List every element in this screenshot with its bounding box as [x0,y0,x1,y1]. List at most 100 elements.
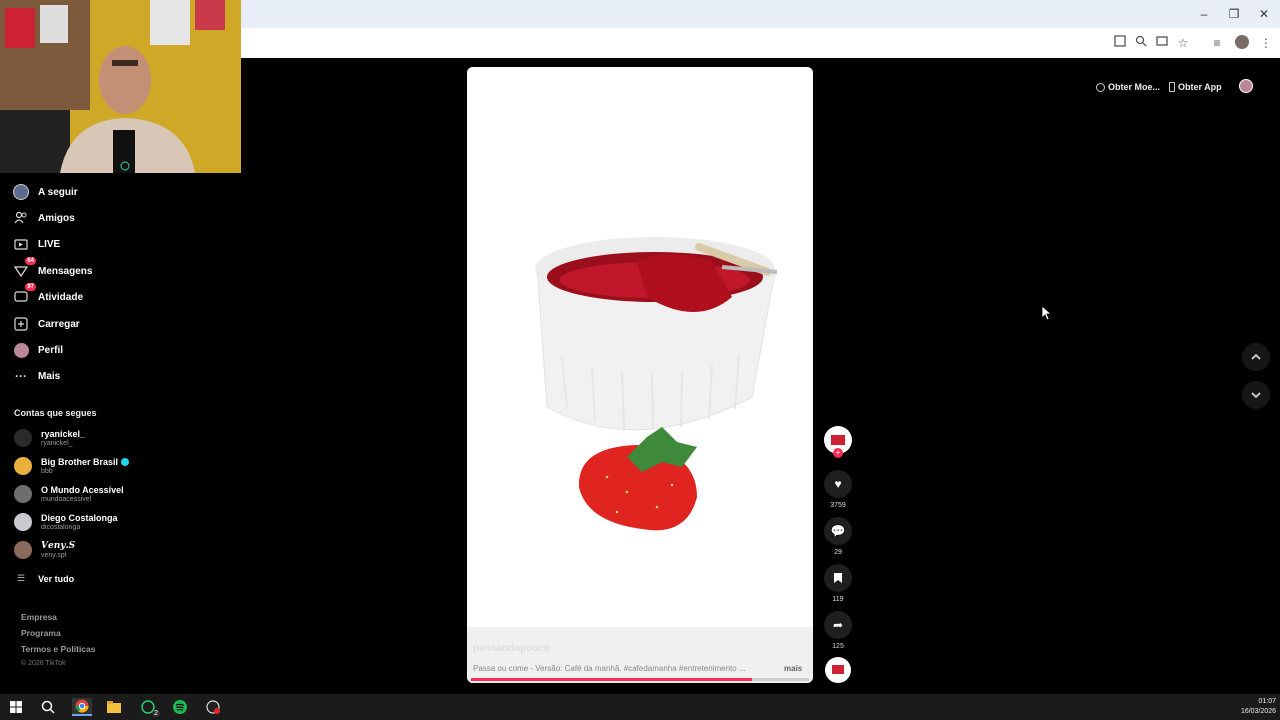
spotify-icon[interactable] [170,698,190,716]
nav-messages[interactable]: 64 Mensagens [12,257,93,282]
save-action[interactable]: 119 [823,564,853,603]
nav-following[interactable]: A seguir [12,181,78,203]
get-coins-label: Obter Moe... [1108,82,1161,92]
friends-icon [12,209,30,227]
account-item[interactable]: Diego Costalonga dicostalonga [14,509,118,535]
account-item[interactable]: 𝑽𝒆𝒏𝒚.𝑺 veny.spt [14,537,75,563]
nav-label: LIVE [38,238,61,250]
footer-program-link[interactable]: Programa [21,628,61,638]
verified-icon [120,458,129,467]
avatar [14,541,32,559]
video-player[interactable]: pensandopouco Passa ou come - Versão: Ca… [467,67,813,683]
music-disc-icon [825,657,851,683]
account-handle: dicostalonga [41,523,81,531]
account-name: 𝑽𝒆𝒏𝒚.𝑺 [41,540,76,551]
comment-icon[interactable]: 💬 [824,517,852,545]
nav-friends[interactable]: Amigos [12,207,75,229]
install-app-icon[interactable] [1154,35,1170,51]
list-icon: ☰ [17,573,26,583]
browser-menu-icon[interactable]: ⋮ [1258,35,1274,51]
file-explorer-icon[interactable] [104,698,124,716]
share-action[interactable]: ➦ 125 [823,611,853,650]
bookmark-icon[interactable] [824,564,852,592]
video-frame-image [467,67,813,683]
nav-live[interactable]: LIVE [12,233,60,255]
chevron-up-icon [1251,353,1261,360]
nav-upload[interactable]: Carregar [12,313,80,335]
save-count: 119 [832,596,844,603]
whatsapp-badge: 2 [152,710,160,717]
chrome-taskbar-icon[interactable] [72,698,92,716]
footer-terms-link[interactable]: Termos e Políticas [21,644,95,654]
search-icon[interactable] [38,698,58,716]
video-progress-fill [471,678,752,681]
follow-plus-icon[interactable]: + [833,448,843,458]
account-name: Big Brother Brasil [41,456,119,467]
webcam-overlay [0,0,241,173]
browser-profile-avatar[interactable] [1235,35,1249,49]
account-item[interactable]: O Mundo Acessível mundoacessivel [14,481,124,507]
nav-label: A seguir [38,186,78,198]
nav-activity[interactable]: 97 Atividade [12,283,84,308]
phone-icon [1169,82,1175,92]
translate-icon[interactable] [1112,35,1128,51]
avatar [14,429,32,447]
creator-avatar-button[interactable]: + [823,426,853,458]
caption-more-button[interactable]: mais [784,664,802,673]
get-app-button[interactable]: Obter App [1169,78,1222,96]
nav-label: Amigos [38,212,75,224]
share-icon[interactable]: ➦ [824,611,852,639]
account-handle: veny.spt [41,551,67,559]
upload-icon [12,315,30,333]
nav-label: Mais [38,370,61,382]
nav-profile[interactable]: Perfil [12,339,63,361]
account-item[interactable]: Big Brother Brasil bbb [14,453,129,479]
get-coins-button[interactable]: Obter Moe... [1096,78,1160,96]
account-item[interactable]: ryanickel_ ryanickel_ [14,425,85,451]
restore-button[interactable]: ❐ [1226,6,1242,22]
share-count: 125 [832,643,844,650]
footer-company-link[interactable]: Empresa [21,612,57,622]
account-handle: bbb [41,467,53,475]
chevron-down-icon [1251,392,1261,399]
messages-badge: 64 [25,257,36,265]
windows-start-icon[interactable] [6,698,26,716]
zoom-icon[interactable] [1133,35,1149,51]
user-avatar[interactable] [1239,79,1253,93]
video-author[interactable]: pensandopouco [473,643,550,654]
comment-action[interactable]: 💬 29 [823,517,853,556]
following-section-title: Contas que segues [14,408,97,418]
live-icon [12,235,30,253]
taskbar [0,694,1280,720]
profile-avatar-icon [12,341,30,359]
nav-label: Carregar [38,318,80,330]
account-handle: mundoacessivel [41,495,92,503]
heart-icon[interactable]: ♥ [824,470,852,498]
previous-video-button[interactable] [1242,343,1270,371]
bookmark-star-icon[interactable]: ☆ [1175,35,1191,51]
music-disc-button[interactable] [823,657,853,683]
creator-avatar: + [824,426,852,458]
account-name: O Mundo Acessível [41,484,124,495]
more-icon: ··· [15,369,27,383]
close-window-button[interactable]: ✕ [1256,6,1272,22]
get-app-label: Obter App [1178,82,1222,92]
system-clock[interactable]: 01:07 16/03/2026 [1232,697,1276,717]
footer-copyright: © 2026 TikTok [21,660,66,667]
next-video-button[interactable] [1242,381,1270,409]
coin-icon [1096,82,1105,92]
see-all-link[interactable]: ☰ Ver tudo [17,573,74,584]
nav-label: Mensagens [38,265,93,277]
nav-label: Atividade [38,291,84,303]
whatsapp-icon[interactable]: 2 [138,698,160,717]
minimize-button[interactable]: – [1196,6,1212,22]
like-action[interactable]: ♥ 3759 [823,470,853,509]
nav-more[interactable]: ··· Mais [12,365,60,387]
obs-recording-icon[interactable] [203,698,223,716]
video-progress-track[interactable] [471,678,809,681]
following-avatar-icon [12,183,30,201]
media-controls-icon[interactable]: ≡ [1209,35,1225,51]
account-name: ryanickel_ [41,428,86,439]
clock-time: 01:07 [1258,698,1276,705]
video-caption: Passa ou come - Versão: Café da manhã. #… [473,664,746,673]
